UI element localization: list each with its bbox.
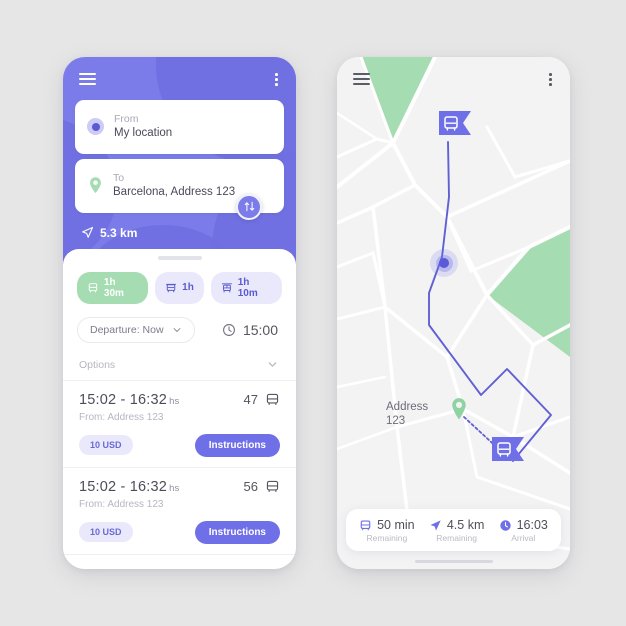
kebab-menu-icon[interactable]	[547, 71, 554, 88]
route-2-time: 15:02 - 16:32 hs	[79, 479, 180, 495]
train-icon	[221, 282, 232, 292]
route-1-instructions-button[interactable]: Instructions	[194, 433, 280, 457]
location-fields: From My location To Barcelona, Address 1…	[75, 99, 284, 220]
hamburger-icon[interactable]	[353, 73, 370, 86]
left-header: From My location To Barcelona, Address 1…	[63, 57, 296, 265]
address-line-2: 123	[386, 415, 406, 427]
navigation-arrow-icon	[82, 227, 94, 239]
bus-flag-marker-icon[interactable]	[491, 436, 527, 469]
stat-arrival-value: 16:03	[516, 518, 548, 532]
bus-icon	[266, 480, 279, 493]
route-1-time-unit: hs	[169, 395, 180, 407]
chevron-down-icon	[173, 327, 180, 332]
chip-train[interactable]: 1h 10m	[210, 271, 282, 304]
stat-remaining-time-value: 50 min	[377, 518, 415, 532]
kebab-menu-icon[interactable]	[273, 71, 280, 88]
route-1-header: 15:02 - 16:32 hs 47	[79, 392, 280, 408]
options-row[interactable]: Options	[63, 343, 296, 381]
stat-remaining-distance-main: 4.5 km	[429, 518, 485, 532]
home-indicator	[414, 559, 493, 563]
clock-icon	[223, 323, 235, 336]
distance-row: 5.3 km	[81, 226, 296, 240]
stat-remaining-time: 50 min Remaining	[359, 518, 415, 543]
clock-filled-icon	[499, 519, 511, 531]
route-1-from: From: Address 123	[79, 411, 164, 423]
address-label: Address 123	[386, 400, 428, 428]
chip-bus[interactable]: 1h 30m	[77, 271, 149, 304]
navigation-stats-bar: 50 min Remaining 4.5 km Remaining 16:03 …	[346, 509, 561, 551]
departure-select[interactable]: Departure: Now	[77, 316, 195, 343]
left-top-bar	[63, 57, 296, 88]
chip-tram[interactable]: 1h	[155, 271, 204, 304]
route-2-time-range: 15:02 - 16:32	[79, 478, 168, 495]
map-pin-icon[interactable]	[450, 397, 468, 421]
current-location-dot-icon	[87, 118, 104, 136]
bus-flag-marker-icon[interactable]	[438, 110, 474, 143]
screenshot-stage: From My location To Barcelona, Address 1…	[0, 0, 626, 626]
stat-remaining-distance: 4.5 km Remaining	[429, 518, 485, 543]
route-1-line: 47	[244, 392, 280, 407]
tram-icon	[166, 283, 177, 292]
navigation-arrow-icon	[430, 519, 441, 531]
route-2-instructions-button[interactable]: Instructions	[194, 520, 280, 544]
stat-arrival: 16:03 Arrival	[499, 518, 548, 543]
route-1-line-number: 47	[243, 392, 258, 407]
route-2-time-unit: hs	[169, 482, 180, 494]
map-container[interactable]: Address 123 50 min Remaining 4.5 km Rema…	[337, 57, 570, 569]
right-top-bar	[337, 57, 570, 88]
from-label: From	[114, 112, 139, 125]
route-2-line-number: 56	[243, 479, 258, 494]
route-1-time: 15:02 - 16:32 hs	[79, 392, 180, 408]
phone-left-route-planner: From My location To Barcelona, Address 1…	[63, 57, 296, 569]
chip-tram-label: 1h	[182, 282, 194, 293]
chip-bus-label: 1h 30m	[103, 276, 124, 299]
bus-icon	[360, 520, 371, 530]
stat-remaining-distance-value: 4.5 km	[446, 518, 485, 532]
route-2-price-badge: 10 USD	[79, 522, 133, 542]
stat-remaining-time-main: 50 min	[359, 518, 415, 532]
route-1-time-range: 15:02 - 16:32	[79, 391, 168, 408]
distance-value: 5.3 km	[100, 225, 138, 240]
to-value: Barcelona, Address 123	[113, 185, 236, 198]
route-2-line: 56	[244, 479, 280, 494]
results-sheet: 1h 30m 1h 1h 10m Departure: Now 15:00 Op…	[63, 249, 296, 569]
stat-remaining-time-sub: Remaining	[366, 533, 408, 543]
address-line-1: Address	[386, 401, 429, 413]
from-field[interactable]: From My location	[75, 99, 284, 154]
bus-icon	[266, 393, 279, 406]
route-2-actions: 10 USD Instructions	[79, 520, 280, 544]
route-2-from: From: Address 123	[79, 498, 164, 510]
stat-arrival-sub: Arrival	[511, 533, 536, 543]
route-row-2[interactable]: 15:02 - 16:32 hs 56 From: Address 123 10…	[63, 468, 296, 555]
departure-row: Departure: Now 15:00	[63, 304, 296, 343]
time-display: 15:00	[222, 322, 278, 338]
time-value: 15:00	[242, 321, 278, 338]
from-value: My location	[114, 126, 173, 139]
to-label: To	[113, 171, 125, 184]
transport-chips: 1h 30m 1h 1h 10m	[63, 260, 296, 304]
route-2-header: 15:02 - 16:32 hs 56	[79, 479, 280, 495]
stat-remaining-distance-sub: Remaining	[436, 533, 477, 543]
hamburger-icon[interactable]	[79, 73, 96, 86]
phone-right-navigation-map: Address 123 50 min Remaining 4.5 km Rema…	[337, 57, 570, 569]
options-label: Options	[79, 358, 116, 371]
bus-icon	[88, 282, 98, 293]
map-pin-icon	[90, 177, 101, 194]
departure-label: Departure: Now	[90, 323, 164, 336]
chip-train-label: 1h 10m	[237, 276, 258, 299]
route-1-price-badge: 10 USD	[79, 435, 133, 455]
route-1-actions: 10 USD Instructions	[79, 433, 280, 457]
current-location-dot-icon	[430, 249, 458, 277]
route-row-1[interactable]: 15:02 - 16:32 hs 47 From: Address 123 10…	[63, 381, 296, 468]
swap-glyph	[244, 202, 254, 212]
chevron-down-icon	[268, 362, 277, 367]
stat-arrival-main: 16:03	[499, 518, 548, 532]
swap-arrows-icon[interactable]	[236, 193, 262, 220]
